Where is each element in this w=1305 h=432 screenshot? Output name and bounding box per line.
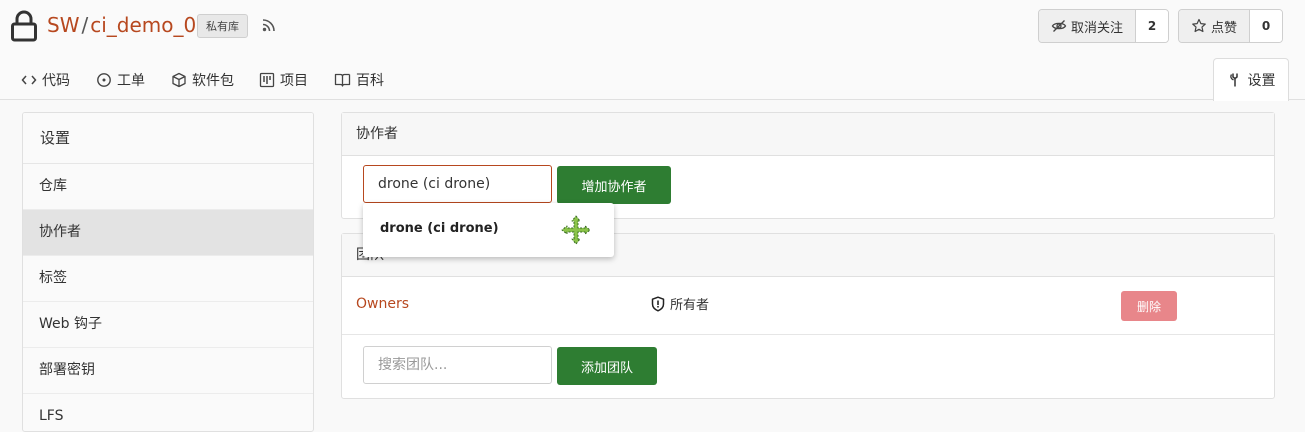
collaborators-title: 协作者 — [342, 113, 1274, 156]
project-icon — [259, 72, 275, 88]
watch-count[interactable]: 2 — [1136, 10, 1169, 42]
tab-packages[interactable]: 软件包 — [171, 70, 234, 90]
sidebar-header: 设置 — [23, 113, 313, 164]
tab-projects-label: 项目 — [280, 73, 308, 89]
unwatch-label: 取消关注 — [1071, 20, 1124, 36]
private-badge: 私有库 — [197, 14, 248, 38]
sidebar-item-deploy-keys[interactable]: 部署密钥 — [23, 348, 313, 394]
suggestion-item[interactable]: drone (ci drone) — [380, 221, 499, 236]
code-icon — [21, 75, 37, 85]
repo-separator: / — [81, 13, 89, 37]
shield-icon — [651, 295, 665, 312]
star-button-group: 点赞 0 — [1178, 9, 1284, 43]
collaborator-suggestion-dropdown: drone (ci drone) — [363, 203, 614, 257]
tab-code[interactable]: 代码 — [21, 70, 70, 90]
teams-divider — [342, 334, 1274, 335]
rss-icon[interactable] — [262, 18, 276, 36]
tab-code-label: 代码 — [42, 73, 70, 89]
team-search-input[interactable] — [363, 346, 552, 384]
star-count[interactable]: 0 — [1250, 10, 1283, 42]
star-button[interactable]: 点赞 — [1179, 10, 1251, 42]
unwatch-button[interactable]: 取消关注 — [1039, 10, 1137, 42]
lock-icon — [10, 10, 38, 46]
tab-projects[interactable]: 项目 — [259, 70, 308, 90]
add-team-button[interactable]: 添加团队 — [557, 347, 657, 385]
book-icon — [334, 73, 351, 87]
watch-button-group: 取消关注 2 — [1038, 9, 1170, 43]
sidebar-item-lfs[interactable]: LFS — [23, 394, 313, 431]
tools-icon — [1229, 73, 1238, 87]
repo-name-link[interactable]: ci_demo_0 — [90, 13, 196, 37]
sidebar-item-webhooks[interactable]: Web 钩子 — [23, 302, 313, 348]
tab-wiki-label: 百科 — [356, 73, 384, 89]
move-cursor-icon — [561, 215, 591, 249]
sidebar-item-collaborators[interactable]: 协作者 — [23, 210, 313, 256]
settings-sidebar: 设置 仓库 协作者 标签 Web 钩子 部署密钥 LFS — [22, 112, 314, 432]
tab-issues[interactable]: 工单 — [96, 70, 145, 90]
sidebar-item-labels[interactable]: 标签 — [23, 256, 313, 302]
add-collaborator-button[interactable]: 增加协作者 — [557, 166, 671, 204]
sidebar-item-repository[interactable]: 仓库 — [23, 164, 313, 210]
team-name-link[interactable]: Owners — [356, 296, 409, 312]
package-icon — [172, 72, 186, 88]
eye-slash-icon — [1051, 20, 1067, 32]
tab-issues-label: 工单 — [117, 73, 145, 89]
delete-team-button[interactable]: 删除 — [1121, 291, 1177, 321]
tab-settings-label: 设置 — [1247, 73, 1276, 89]
tab-settings[interactable]: 设置 — [1213, 58, 1289, 101]
collaborator-search-input[interactable] — [363, 165, 552, 203]
team-permission: 所有者 — [651, 294, 709, 313]
issue-icon — [97, 73, 111, 87]
repo-title: SW / ci_demo_0 — [47, 13, 196, 37]
repo-owner-link[interactable]: SW — [47, 13, 79, 37]
tab-wiki[interactable]: 百科 — [334, 70, 384, 90]
star-label: 点赞 — [1211, 20, 1238, 36]
tab-packages-label: 软件包 — [192, 73, 234, 89]
star-icon — [1192, 18, 1206, 33]
team-permission-label: 所有者 — [670, 298, 710, 313]
